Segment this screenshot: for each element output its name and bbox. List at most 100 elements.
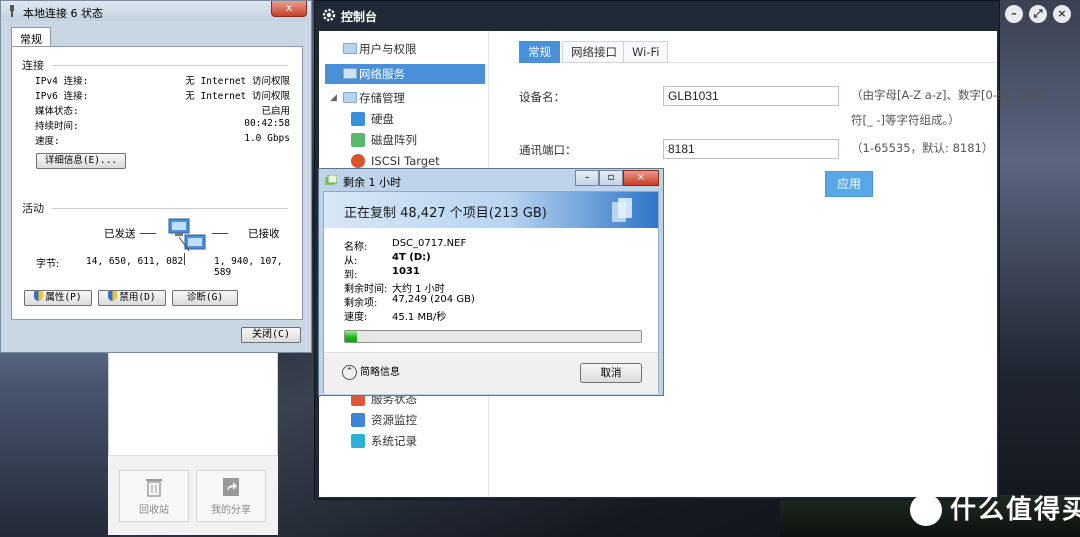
bytes-sent-value: 14, 650, 611, 082	[86, 256, 184, 267]
cancel-button[interactable]: 取消	[580, 363, 642, 383]
divider	[52, 65, 288, 66]
minimize-button[interactable]: –	[1005, 5, 1023, 23]
sent-label: 已发送	[104, 228, 136, 240]
copy-row-name: 名称: DSC_0717.NEF	[344, 238, 654, 253]
connection-section-title: 连接	[22, 59, 44, 72]
nav-item-raid[interactable]: 磁盘阵列	[349, 130, 489, 150]
tab-general[interactable]: 常规	[519, 41, 560, 63]
tab-general[interactable]: 常规	[11, 27, 51, 47]
row-label: 剩余时间:	[344, 284, 388, 295]
row-value: DSC_0717.NEF	[392, 238, 467, 249]
properties-button[interactable]: 属性(P)	[24, 290, 92, 306]
tab-network-interface[interactable]: 网络接口	[562, 41, 626, 63]
port-field[interactable]	[663, 139, 839, 159]
shield-icon	[108, 291, 118, 301]
properties-label: 属性(P)	[45, 292, 82, 303]
less-info-label: 简略信息	[360, 367, 400, 378]
row-label: 剩余项:	[344, 298, 378, 309]
copy-progress-fill	[345, 331, 357, 342]
row-value: 无 Internet 访问权限	[185, 91, 290, 102]
row-value: 已启用	[261, 106, 290, 117]
received-line	[212, 233, 228, 234]
watermark-logo-icon	[910, 494, 942, 526]
disable-button[interactable]: 禁用(D)	[98, 290, 166, 306]
close-button[interactable]: ×	[1053, 5, 1071, 23]
device-name-field[interactable]	[663, 86, 839, 106]
copy-row-items-remaining: 剩余项: 47,249 (204 GB)	[344, 294, 654, 309]
network-status-dialog: 本地连接 6 状态 x 常规 连接 IPv4 连接: 无 Internet 访问…	[0, 0, 312, 353]
disable-label: 禁用(D)	[119, 292, 156, 303]
close-button[interactable]: x	[271, 1, 307, 17]
copy-icon	[325, 175, 337, 185]
maximize-button[interactable]: ⤢	[1029, 5, 1047, 23]
nav-item-storage[interactable]: ◢ 存储管理	[325, 88, 485, 108]
sent-line	[140, 233, 156, 234]
settings-tabs: 常规 网络接口 Wi-Fi	[519, 41, 997, 63]
nav-label: 存储管理	[359, 91, 405, 105]
row-value-link[interactable]: 1031	[392, 266, 420, 277]
details-button[interactable]: 详细信息(E)...	[36, 153, 126, 169]
iscsi-icon	[351, 154, 365, 168]
ipv6-row: IPv6 连接: 无 Internet 访问权限	[35, 88, 290, 102]
divider	[52, 208, 288, 209]
nav-item-disk[interactable]: 硬盘	[349, 109, 489, 129]
copy-dialog-titlebar[interactable]: 剩余 1 小时 – ▫ ×	[319, 169, 663, 191]
my-share-button[interactable]: 我的分享	[196, 470, 266, 522]
less-info-button[interactable]: ⌃ 简略信息	[342, 365, 400, 381]
nav-label: 网络服务	[359, 67, 405, 81]
nav-item-users[interactable]: 用户与权限	[325, 39, 485, 59]
minimize-button[interactable]: –	[575, 170, 599, 186]
copy-row-to: 到: 1031	[344, 266, 654, 281]
bytes-label: 字节:	[36, 259, 60, 270]
copy-dialog-title: 剩余 1 小时	[343, 176, 401, 189]
media-state-row: 媒体状态: 已启用	[35, 103, 290, 117]
close-dialog-button[interactable]: 关闭(C)	[241, 327, 301, 343]
row-label: IPv4 连接:	[35, 76, 89, 87]
collapse-arrow-icon[interactable]: ◢	[330, 88, 337, 108]
network-plug-icon	[10, 5, 14, 17]
disk-icon	[351, 112, 365, 126]
duration-row: 持续时间: 00:42:58	[35, 118, 290, 132]
row-value: 1.0 Gbps	[244, 133, 290, 144]
nav-label: 用户与权限	[359, 42, 417, 56]
maximize-button[interactable]: ▫	[599, 170, 623, 186]
network-status-panel: 连接 IPv4 连接: 无 Internet 访问权限 IPv6 连接: 无 I…	[11, 46, 303, 320]
nav-item-resource-monitor[interactable]: 资源监控	[349, 410, 489, 430]
nav-item-system-log[interactable]: 系统记录	[349, 431, 489, 451]
recycle-bin-button[interactable]: 回收站	[119, 470, 189, 522]
watermark-text: 什么值得买	[950, 495, 1080, 525]
resource-monitor-icon	[351, 413, 365, 427]
copy-progress-dialog: 剩余 1 小时 – ▫ × 正在复制 48,427 个项目(213 GB) 名称…	[318, 168, 664, 396]
tab-wifi[interactable]: Wi-Fi	[623, 41, 669, 63]
apply-button[interactable]: 应用	[825, 171, 873, 197]
share-icon	[223, 478, 239, 496]
ipv4-row: IPv4 连接: 无 Internet 访问权限	[35, 73, 290, 87]
activity-section-title: 活动	[22, 202, 44, 215]
network-status-titlebar[interactable]: 本地连接 6 状态 x	[1, 1, 311, 21]
activity-divider	[184, 253, 185, 265]
copy-row-speed: 速度: 45.1 MB/秒	[344, 308, 654, 323]
nav-label: 资源监控	[371, 413, 417, 427]
copy-progress-bar	[344, 330, 642, 343]
folder-icon	[343, 43, 357, 54]
close-button[interactable]: ×	[623, 170, 659, 186]
row-label: IPv6 连接:	[35, 91, 89, 102]
row-value-link[interactable]: 4T (D:)	[392, 252, 431, 263]
nav-label: ISCSI Target	[371, 154, 440, 168]
copy-dialog-content: 正在复制 48,427 个项目(213 GB) 名称: DSC_0717.NEF…	[323, 191, 659, 394]
nav-label: 系统记录	[371, 434, 417, 448]
my-share-label: 我的分享	[211, 505, 251, 516]
nav-item-network[interactable]: 网络服务	[325, 64, 485, 84]
row-label: 速度:	[35, 136, 60, 147]
row-label: 媒体状态:	[35, 106, 79, 117]
received-label: 已接收	[248, 228, 280, 240]
folder-icon	[343, 92, 357, 103]
wallpaper-mountain-right	[1000, 0, 1080, 537]
copy-dialog-footer: ⌃ 简略信息 取消	[324, 352, 658, 394]
control-panel-titlebar[interactable]: 控制台 – ⤢ ×	[315, 1, 1071, 29]
diagnose-button[interactable]: 诊断(G)	[172, 290, 238, 306]
row-value: 大约 1 小时	[392, 284, 445, 295]
copy-banner: 正在复制 48,427 个项目(213 GB)	[324, 192, 658, 228]
gear-icon	[322, 8, 336, 22]
port-hint: （1-65535，默认: 8181）	[851, 141, 994, 155]
